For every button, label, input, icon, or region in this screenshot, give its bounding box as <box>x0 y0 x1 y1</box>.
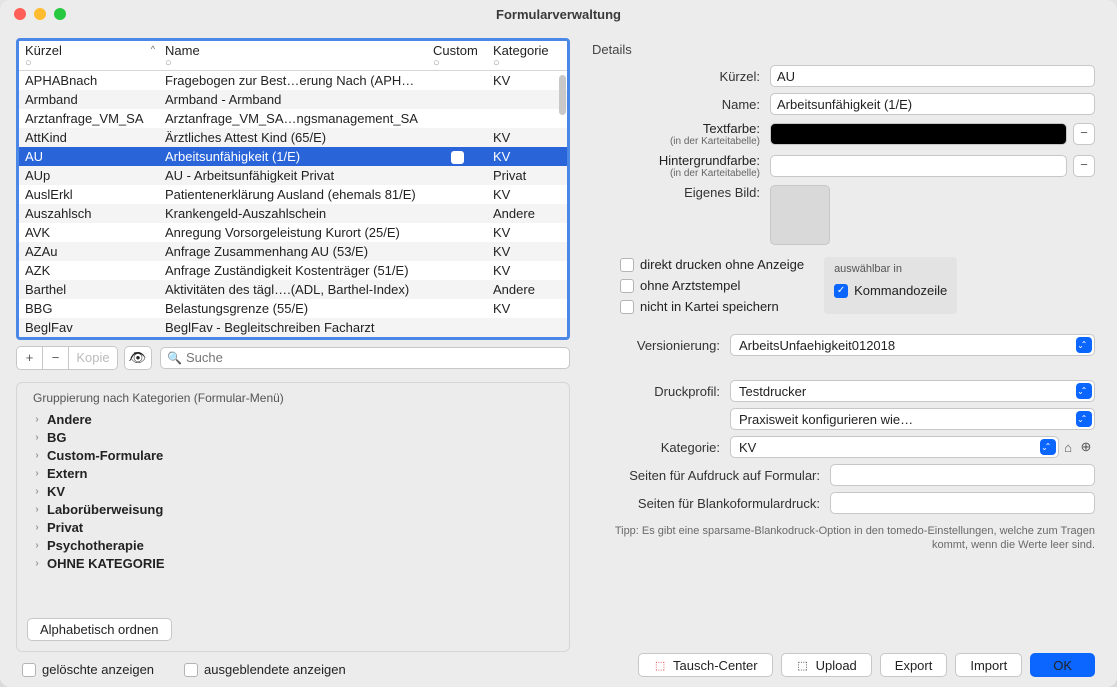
selectable-title: auswählbar in <box>834 263 947 275</box>
home-icon[interactable]: ⌂ <box>1059 440 1077 455</box>
category-tree[interactable]: ›Andere›BG›Custom-Formulare›Extern›KV›La… <box>27 411 559 611</box>
table-row[interactable]: ArmbandArmband - Armband <box>19 90 567 109</box>
textcolor-label: Textfarbe:(in der Karteitabelle) <box>590 121 770 147</box>
table-row[interactable]: BeglFavBeglFav - Begleitschreiben Fachar… <box>19 318 567 337</box>
search-field[interactable]: 🔍 <box>160 347 570 369</box>
sort-alpha-button[interactable]: Alphabetisch ordnen <box>27 618 172 641</box>
table-row[interactable]: AuslErklPatientenerklärung Ausland (ehem… <box>19 185 567 204</box>
textcolor-reset-button[interactable]: − <box>1073 123 1095 145</box>
forms-table[interactable]: Kürzel^○ Name○ Custom○ Kategorie○ APHABn… <box>16 38 570 340</box>
category-item[interactable]: ›OHNE KATEGORIE <box>27 555 559 573</box>
category-item[interactable]: ›Extern <box>27 465 559 483</box>
bgcolor-reset-button[interactable]: − <box>1073 155 1095 177</box>
plus-circle-icon[interactable]: ⊕ <box>1077 439 1095 455</box>
ok-button[interactable]: OK <box>1030 653 1095 677</box>
table-row[interactable]: AVKAnregung Vorsorgeleistung Kurort (25/… <box>19 223 567 242</box>
direct-print-checkbox[interactable]: direkt drucken ohne Anzeige <box>620 257 804 272</box>
table-row[interactable]: AZAuAnfrage Zusammenhang AU (53/E)KV <box>19 242 567 261</box>
grouping-box: Gruppierung nach Kategorien (Formular-Me… <box>16 382 570 653</box>
kommandozeile-checkbox[interactable]: Kommandozeile <box>834 283 947 298</box>
chevron-right-icon: › <box>27 414 47 425</box>
table-row[interactable]: Arztanfrage_VM_SAArztanfrage_VM_SA…ngsma… <box>19 109 567 128</box>
druckprofil-select[interactable]: Testdrucker <box>730 380 1095 402</box>
titlebar: Formularverwaltung <box>0 0 1117 28</box>
grouping-title: Gruppierung nach Kategorien (Formular-Me… <box>33 391 559 405</box>
textcolor-well[interactable] <box>770 123 1067 145</box>
table-row[interactable]: BarthelAktivitäten des tägl….(ADL, Barth… <box>19 280 567 299</box>
col-kategorie[interactable]: Kategorie○ <box>487 41 567 71</box>
bgcolor-well[interactable] <box>770 155 1067 177</box>
version-select[interactable]: ArbeitsUnfaehigkeit012018 <box>730 334 1095 356</box>
category-item[interactable]: ›Custom-Formulare <box>27 447 559 465</box>
kategorie-label: Kategorie: <box>590 440 730 455</box>
druckprofil-label: Druckprofil: <box>590 384 730 399</box>
table-row[interactable]: AUArbeitsunfähigkeit (1/E)KV <box>19 147 567 166</box>
search-icon: 🔍 <box>167 351 182 365</box>
blanko-label: Seiten für Blankoformulardruck: <box>590 496 830 511</box>
category-item[interactable]: ›Laborüberweisung <box>27 501 559 519</box>
praxisweit-select[interactable]: Praxisweit konfigurieren wie… <box>730 408 1095 430</box>
blanko-tip: Tipp: Es gibt eine sparsame-Blankodruck-… <box>590 524 1095 553</box>
remove-button[interactable]: − <box>43 347 69 369</box>
no-kartei-checkbox[interactable]: nicht in Kartei speichern <box>620 299 804 314</box>
aufdruck-label: Seiten für Aufdruck auf Formular: <box>590 468 830 483</box>
bgcolor-label: Hintergrundfarbe:(in der Karteitabelle) <box>590 153 770 179</box>
category-item[interactable]: ›BG <box>27 429 559 447</box>
table-row[interactable]: AZKAnfrage Zuständigkeit Kostenträger (5… <box>19 261 567 280</box>
export-button[interactable]: Export <box>880 653 948 677</box>
category-item[interactable]: ›Privat <box>27 519 559 537</box>
table-row[interactable]: AUpAU - Arbeitsunfähigkeit PrivatPrivat <box>19 166 567 185</box>
show-deleted-checkbox[interactable]: gelöschte anzeigen <box>22 662 154 677</box>
no-stamp-checkbox[interactable]: ohne Arztstempel <box>620 278 804 293</box>
chevron-right-icon: › <box>27 432 47 443</box>
window-title: Formularverwaltung <box>0 7 1117 22</box>
exchange-icon: ⬚ <box>653 658 667 672</box>
search-input[interactable] <box>186 350 563 365</box>
table-row[interactable]: APHABnachFragebogen zur Best…erung Nach … <box>19 71 567 90</box>
import-button[interactable]: Import <box>955 653 1022 677</box>
kurzel-label: Kürzel: <box>590 69 770 84</box>
visibility-toggle-button[interactable]: 👁⁄ <box>125 347 151 369</box>
chevron-right-icon: › <box>27 540 47 551</box>
chevron-right-icon: › <box>27 486 47 497</box>
add-button[interactable]: + <box>17 347 43 369</box>
eye-slash-icon: 👁⁄ <box>130 350 147 365</box>
image-well[interactable] <box>770 185 830 245</box>
version-label: Versionierung: <box>590 338 730 353</box>
col-name[interactable]: Name○ <box>159 41 427 71</box>
col-custom[interactable]: Custom○ <box>427 41 487 71</box>
category-item[interactable]: ›KV <box>27 483 559 501</box>
details-heading: Details <box>592 42 1095 57</box>
copy-button[interactable]: Kopie <box>69 347 117 369</box>
table-row[interactable]: AuszahlschKrankengeld-AuszahlscheinAnder… <box>19 204 567 223</box>
table-row[interactable]: BBGBelastungsgrenze (55/E)KV <box>19 299 567 318</box>
table-row[interactable]: AttKindÄrztliches Attest Kind (65/E)KV <box>19 128 567 147</box>
chevron-right-icon: › <box>27 450 47 461</box>
name-input[interactable] <box>770 93 1095 115</box>
category-item[interactable]: ›Andere <box>27 411 559 429</box>
tausch-center-button[interactable]: ⬚Tausch-Center <box>638 653 773 677</box>
chevron-right-icon: › <box>27 522 47 533</box>
upload-icon: ⬚ <box>796 658 810 672</box>
kategorie-select[interactable]: KV <box>730 436 1059 458</box>
chevron-right-icon: › <box>27 558 47 569</box>
name-label: Name: <box>590 97 770 112</box>
show-hidden-checkbox[interactable]: ausgeblendete anzeigen <box>184 662 346 677</box>
col-kurzel[interactable]: Kürzel^○ <box>19 41 159 71</box>
image-label: Eigenes Bild: <box>590 185 770 200</box>
blanko-input[interactable] <box>830 492 1095 514</box>
kurzel-input[interactable] <box>770 65 1095 87</box>
chevron-right-icon: › <box>27 468 47 479</box>
upload-button[interactable]: ⬚Upload <box>781 653 872 677</box>
table-scrollbar[interactable] <box>559 75 566 115</box>
category-item[interactable]: ›Psychotherapie <box>27 537 559 555</box>
aufdruck-input[interactable] <box>830 464 1095 486</box>
chevron-right-icon: › <box>27 504 47 515</box>
